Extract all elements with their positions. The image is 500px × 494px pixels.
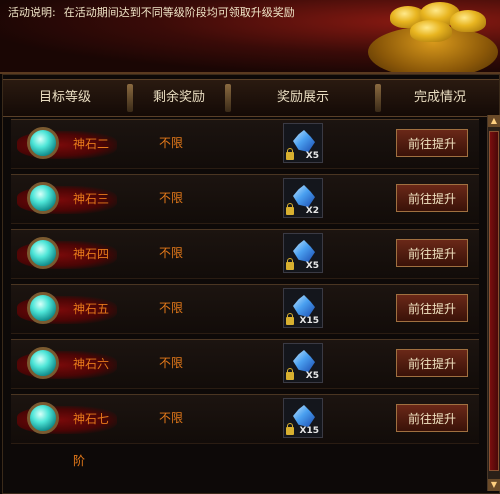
reward-count: X5 xyxy=(305,371,319,381)
gem-cell: 神石二阶 xyxy=(17,123,117,193)
scroll-thumb[interactable] xyxy=(489,131,499,471)
crystal-icon xyxy=(293,295,315,317)
reward-item[interactable]: X15 xyxy=(283,398,323,438)
gold-ingot-image xyxy=(350,0,500,72)
table-row: 神石四阶 不限 X5 前往提升 xyxy=(11,229,479,303)
gem-cell: 神石六阶 xyxy=(17,343,117,413)
reward-count: X15 xyxy=(299,316,319,326)
go-upgrade-button[interactable]: 前往提升 xyxy=(396,129,468,157)
column-header-reward: 奖励展示 xyxy=(276,90,329,105)
banner-label: 活动说明: xyxy=(8,6,56,19)
reward-count: X5 xyxy=(305,261,319,271)
lock-icon xyxy=(286,203,294,215)
lock-icon xyxy=(286,313,294,325)
crystal-icon xyxy=(293,405,315,427)
table-row: 神石六阶 不限 X5 前往提升 xyxy=(11,339,479,413)
scrollbar[interactable]: ▲ ▼ xyxy=(487,115,500,491)
gem-cell: 神石七阶 xyxy=(17,398,117,468)
crystal-icon xyxy=(293,185,315,207)
remaining-reward: 不限 xyxy=(159,246,184,260)
gem-icon xyxy=(27,347,59,379)
gem-cell: 神石五阶 xyxy=(17,288,117,358)
reward-item[interactable]: X5 xyxy=(283,123,323,163)
column-header-remaining: 剩余奖励 xyxy=(152,90,205,105)
reward-count: X5 xyxy=(305,151,319,161)
table-row: 神石七阶 不限 X15 前往提升 xyxy=(11,394,479,468)
gem-cell: 神石四阶 xyxy=(17,233,117,303)
lock-icon xyxy=(286,368,294,380)
reward-item[interactable]: X5 xyxy=(283,343,323,383)
reward-panel: 目标等级 剩余奖励 奖励展示 完成情况 神石二阶不限X5前往提升神石三阶不限X2… xyxy=(2,74,500,494)
remaining-reward: 不限 xyxy=(159,191,184,205)
gem-icon xyxy=(27,237,59,269)
column-header-target-level: 目标等级 xyxy=(38,90,91,105)
table-row: 神石二阶 不限 X5 前往提升 xyxy=(11,119,479,193)
gem-icon xyxy=(27,127,59,159)
go-upgrade-button[interactable]: 前往提升 xyxy=(396,349,468,377)
crystal-icon xyxy=(293,240,315,262)
remaining-reward: 不限 xyxy=(159,411,184,425)
gem-icon xyxy=(27,402,59,434)
lock-icon xyxy=(286,423,294,435)
crystal-icon xyxy=(293,130,315,152)
go-upgrade-button[interactable]: 前往提升 xyxy=(396,404,468,432)
remaining-reward: 不限 xyxy=(159,136,184,150)
gem-icon xyxy=(27,182,59,214)
gem-level-name: 神石七阶 xyxy=(73,412,110,468)
reward-count: X15 xyxy=(299,426,319,436)
reward-count: X2 xyxy=(305,206,319,216)
go-upgrade-button[interactable]: 前往提升 xyxy=(396,239,468,267)
table-row: 神石五阶 不限 X15 前往提升 xyxy=(11,284,479,358)
table-header: 目标等级 剩余奖励 奖励展示 完成情况 xyxy=(3,79,499,117)
reward-item[interactable]: X5 xyxy=(283,233,323,273)
remaining-reward: 不限 xyxy=(159,301,184,315)
event-banner: 活动说明: 在活动期间达到不同等级阶段均可领取升级奖励 xyxy=(0,0,500,74)
gem-icon xyxy=(27,292,59,324)
gem-cell: 神石三阶 xyxy=(17,178,117,248)
lock-icon xyxy=(286,258,294,270)
column-header-status: 完成情况 xyxy=(413,90,466,105)
lock-icon xyxy=(286,148,294,160)
banner-description: 活动说明: 在活动期间达到不同等级阶段均可领取升级奖励 xyxy=(8,4,295,20)
crystal-icon xyxy=(293,350,315,372)
reward-item[interactable]: X15 xyxy=(283,288,323,328)
reward-item[interactable]: X2 xyxy=(283,178,323,218)
scroll-down-arrow-icon[interactable]: ▼ xyxy=(488,479,500,491)
banner-text: 在活动期间达到不同等级阶段均可领取升级奖励 xyxy=(63,6,295,19)
remaining-reward: 不限 xyxy=(159,356,184,370)
table-row: 神石三阶 不限 X2 前往提升 xyxy=(11,174,479,248)
scroll-up-arrow-icon[interactable]: ▲ xyxy=(488,115,500,127)
go-upgrade-button[interactable]: 前往提升 xyxy=(396,294,468,322)
go-upgrade-button[interactable]: 前往提升 xyxy=(396,184,468,212)
